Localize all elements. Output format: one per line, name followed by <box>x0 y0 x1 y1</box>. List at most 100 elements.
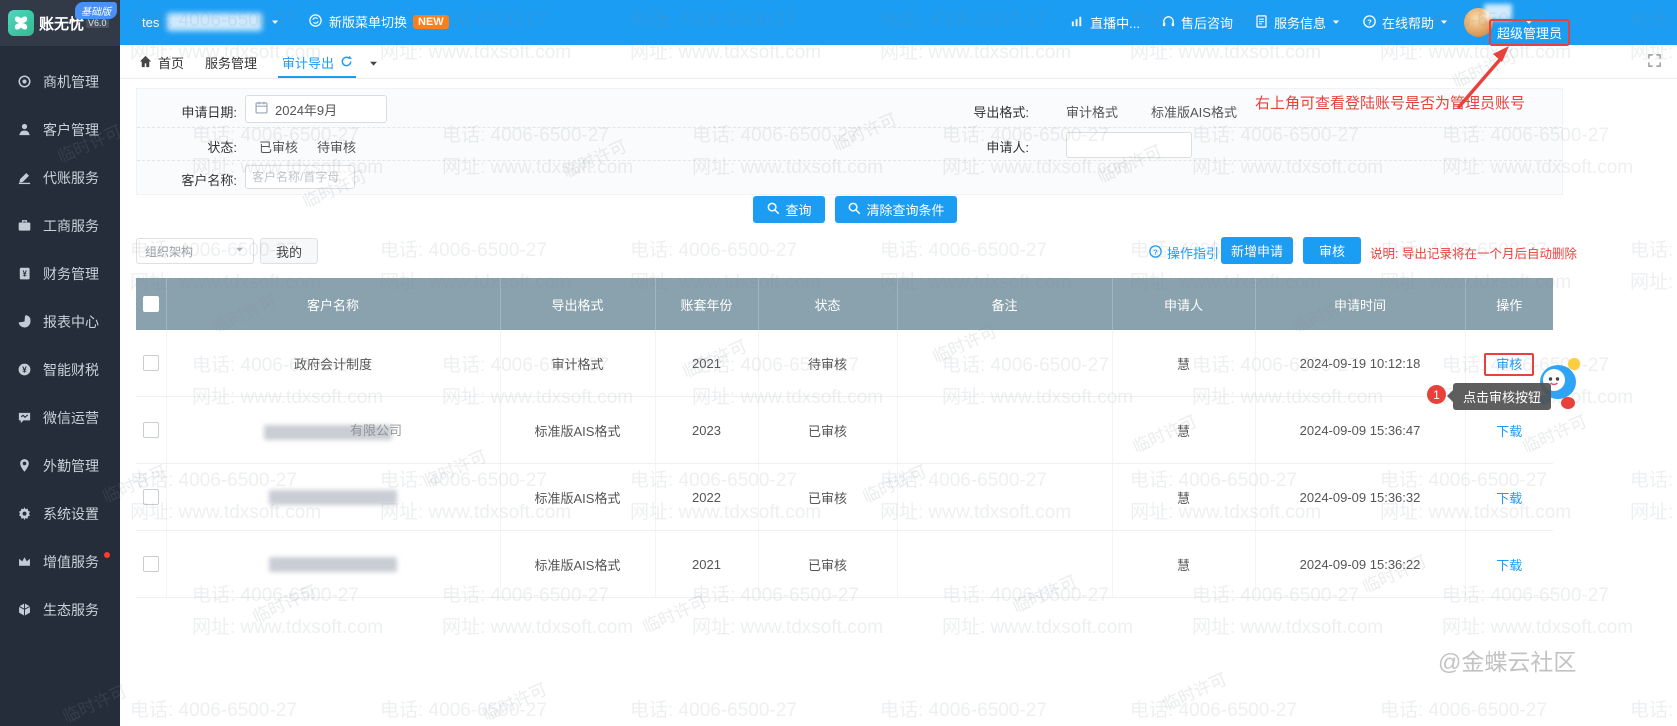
operation-guide-link[interactable]: ? 操作指引 <box>1148 243 1219 262</box>
pencil-icon <box>17 170 33 186</box>
cell-year: 2021 <box>655 330 758 397</box>
column-header: 备注 <box>897 278 1112 330</box>
fullscreen-icon[interactable] <box>1647 53 1662 73</box>
search-icon <box>847 201 862 219</box>
audit-link[interactable]: 审核 <box>1484 353 1534 376</box>
format-option-ais[interactable]: 标准版AIS格式 <box>1151 102 1237 121</box>
row-checkbox[interactable] <box>143 489 159 505</box>
applicant-label: 申请人: <box>937 137 1029 156</box>
status-option-pending[interactable]: 待审核 <box>317 137 356 156</box>
cell-time: 2024-09-09 15:36:22 <box>1255 531 1465 598</box>
sidebar-item-business[interactable]: 商机管理 <box>0 58 120 106</box>
mine-button[interactable]: 我的 <box>260 238 318 264</box>
cell-format: 标准版AIS格式 <box>500 464 655 531</box>
status-option-approved[interactable]: 已审核 <box>259 137 298 156</box>
column-header: 操作 <box>1465 278 1553 330</box>
topbar-link-service-info[interactable]: 服务信息 <box>1254 13 1341 32</box>
topbar-link-live[interactable]: 直播中... <box>1070 13 1140 32</box>
refresh-icon[interactable] <box>339 54 354 72</box>
coin-icon: ¥ <box>17 362 33 378</box>
applicant-input[interactable] <box>1066 132 1192 158</box>
cell-remark <box>897 330 1112 397</box>
status-label: 状态: <box>145 137 237 156</box>
person-icon <box>17 122 33 138</box>
audit-button[interactable]: 审核 <box>1303 237 1361 264</box>
company-selector[interactable]: tes <box>142 13 280 31</box>
tab-home[interactable]: 首页 <box>138 53 184 72</box>
cell-format: 标准版AIS格式 <box>500 397 655 464</box>
cell-year: 2022 <box>655 464 758 531</box>
table-row: 有限公司标准版AIS格式2023已审核慧2024-09-09 15:36:47下… <box>136 397 1553 464</box>
sidebar-item-vas[interactable]: 增值服务 <box>0 538 120 586</box>
divider <box>137 127 1562 128</box>
chevron-down-icon <box>1331 15 1341 30</box>
tab-service-mgmt[interactable]: 服务管理 <box>205 53 257 72</box>
chevron-down-icon <box>270 15 280 30</box>
download-link[interactable]: 下载 <box>1496 491 1522 506</box>
sidebar-item-settings[interactable]: 系统设置 <box>0 490 120 538</box>
topbar-link-after-sales[interactable]: 售后咨询 <box>1161 13 1233 32</box>
format-option-audit[interactable]: 审计格式 <box>1066 102 1118 121</box>
sidebar-item-smart-tax[interactable]: ¥智能财税 <box>0 346 120 394</box>
column-header: 客户名称 <box>166 278 500 330</box>
calendar-icon <box>254 100 269 118</box>
cell-year: 2023 <box>655 397 758 464</box>
menu-switch-toggle[interactable]: 新版菜单切换 NEW <box>308 12 449 31</box>
sidebar: 账无忧 V6.0 基础版 商机管理客户管理代账服务工商服务¥财务管理报表中心¥智… <box>0 0 120 726</box>
export-records-table: 客户名称导出格式账套年份状态备注申请人申请时间操作政府会计制度审计格式2021待… <box>136 278 1553 598</box>
column-header: 账套年份 <box>655 278 758 330</box>
logo-area[interactable]: 账无忧 V6.0 基础版 <box>0 0 120 46</box>
search-icon <box>766 201 781 219</box>
company-name: tes <box>142 15 159 30</box>
select-all-checkbox[interactable] <box>143 296 159 312</box>
cell-customer: 政府会计制度 <box>166 330 500 397</box>
cell-time: 2024-09-09 15:36:47 <box>1255 397 1465 464</box>
search-button[interactable]: 查询 <box>753 196 825 223</box>
export-format-label: 导出格式: <box>937 102 1029 121</box>
row-checkbox[interactable] <box>143 422 159 438</box>
menu-switch-label: 新版菜单切换 <box>329 12 407 31</box>
cell-applicant: 慧 <box>1112 531 1255 598</box>
download-link[interactable]: 下载 <box>1496 424 1522 439</box>
headset-icon <box>1161 14 1176 32</box>
cell-status: 已审核 <box>758 397 897 464</box>
cell-remark <box>897 464 1112 531</box>
row-checkbox[interactable] <box>143 556 159 572</box>
sidebar-item-bookkeeping[interactable]: 代账服务 <box>0 154 120 202</box>
topbar-link-online-help[interactable]: ?在线帮助 <box>1362 13 1449 32</box>
column-header: 导出格式 <box>500 278 655 330</box>
notification-dot <box>104 552 110 558</box>
sidebar-item-wechat[interactable]: 微信运营 <box>0 394 120 442</box>
cell-status: 已审核 <box>758 464 897 531</box>
tabs-dropdown-caret-icon[interactable] <box>368 56 379 74</box>
redacted-customer-name <box>269 557 397 572</box>
sidebar-item-reports[interactable]: 报表中心 <box>0 298 120 346</box>
step-1-badge: 1 <box>1427 385 1446 404</box>
briefcase-icon <box>17 218 33 234</box>
cell-format: 审计格式 <box>500 330 655 397</box>
sidebar-item-finance[interactable]: ¥财务管理 <box>0 250 120 298</box>
sidebar-item-fieldwork[interactable]: 外勤管理 <box>0 442 120 490</box>
apply-date-label: 申请日期: <box>145 102 237 121</box>
cell-applicant: 慧 <box>1112 397 1255 464</box>
auto-delete-note: 说明: 导出记录将在一个月后自动删除 <box>1370 243 1577 262</box>
question-circle-icon: ? <box>1148 244 1163 262</box>
table-header-row: 客户名称导出格式账套年份状态备注申请人申请时间操作 <box>136 278 1553 330</box>
tab-audit-export[interactable]: 审计导出 <box>282 53 354 72</box>
org-structure-select[interactable]: 组织架构 <box>136 238 254 264</box>
tab-bar: 首页 服务管理 审计导出 <box>120 45 1677 79</box>
sidebar-item-customers[interactable]: 客户管理 <box>0 106 120 154</box>
row-checkbox[interactable] <box>143 355 159 371</box>
download-link[interactable]: 下载 <box>1496 558 1522 573</box>
add-application-button[interactable]: 新增申请 <box>1221 237 1293 264</box>
sidebar-item-industry[interactable]: 工商服务 <box>0 202 120 250</box>
cell-customer <box>166 531 500 598</box>
avatar-blur-patch <box>1484 4 1512 20</box>
sidebar-item-ecosystem[interactable]: 生态服务 <box>0 586 120 634</box>
new-badge: NEW <box>413 15 449 29</box>
apply-date-picker[interactable]: 2024年9月 <box>245 95 387 123</box>
cell-status: 已审核 <box>758 531 897 598</box>
customer-name-input[interactable] <box>245 165 355 189</box>
cell-remark <box>897 397 1112 464</box>
clear-query-button[interactable]: 清除查询条件 <box>835 196 957 223</box>
